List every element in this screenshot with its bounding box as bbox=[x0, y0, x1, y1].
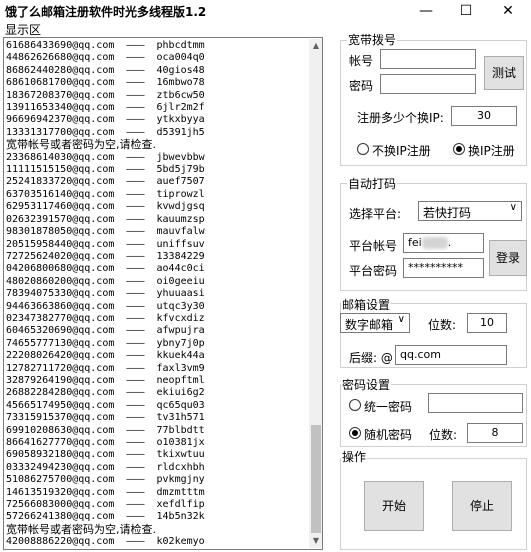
password-digits-label: 位数: bbox=[428, 426, 459, 443]
log-line: 60465320690@qq.com ——— afwpujra bbox=[6, 325, 205, 337]
mailbox-type-select[interactable]: 数字邮箱 ∨ bbox=[340, 313, 410, 333]
broadband-account-input[interactable] bbox=[380, 49, 476, 69]
radio-fixed-password-label: 统一密码 bbox=[363, 398, 414, 415]
broadband-account-label: 帐号 bbox=[348, 52, 375, 69]
platform-select[interactable]: 若快打码 ∨ bbox=[418, 201, 522, 221]
scroll-up-icon[interactable]: ▲ bbox=[309, 39, 322, 53]
close-button[interactable]: ✕ bbox=[488, 0, 528, 22]
radio-change-ip-label: 换IP注册 bbox=[467, 142, 516, 159]
log-line: 22208026420@qq.com ——— kkuek44a bbox=[6, 350, 205, 362]
log-line: 57266241380@qq.com ——— 14b5n32k bbox=[6, 511, 205, 523]
operations-title: 操作 bbox=[341, 448, 368, 465]
log-line: 72725624020@qq.com ——— 13384229 bbox=[6, 250, 205, 262]
blurred-region bbox=[421, 237, 448, 249]
log-line: 11111515150@qq.com ——— 5bd5j79b bbox=[6, 164, 205, 176]
log-line: 45665174950@qq.com ——— qc65qu03 bbox=[6, 399, 205, 411]
log-line: 69058932180@qq.com ——— tkixwtuu bbox=[6, 449, 205, 461]
title-bar: 饿了么邮箱注册软件时光多线程版1.2 — ☐ ✕ bbox=[0, 0, 531, 24]
log-line: 94463663860@qq.com ——— utqc3y30 bbox=[6, 300, 205, 312]
platform-select-value: 若快打码 bbox=[423, 206, 472, 220]
log-line: 74655777130@qq.com ——— ybny7j0p bbox=[6, 337, 205, 349]
log-line: 18367208370@qq.com ——— ztb6cw50 bbox=[6, 89, 205, 101]
platform-label: 选择平台: bbox=[348, 205, 403, 222]
platform-account-input[interactable]: fei. bbox=[403, 233, 484, 253]
mailbox-digits-input[interactable]: 10 bbox=[467, 313, 507, 333]
log-display[interactable]: 61686433690@qq.com ——— phbcdtmm 448626266… bbox=[3, 37, 323, 550]
log-line: 72566083000@qq.com ——— xefdlfip bbox=[6, 499, 205, 511]
log-line: 44862626680@qq.com ——— oca004q0 bbox=[6, 52, 205, 64]
captcha-title: 自动打码 bbox=[347, 175, 398, 192]
start-button[interactable]: 开始 bbox=[364, 481, 424, 531]
login-button[interactable]: 登录 bbox=[489, 240, 527, 276]
per-ip-label: 注册多少个换IP: bbox=[356, 109, 445, 126]
platform-account-label: 平台帐号 bbox=[348, 237, 399, 254]
log-line: 96696942370@qq.com ——— ytkxbyya bbox=[6, 114, 205, 126]
log-line: 02347382770@qq.com ——— kfvcxdiz bbox=[6, 312, 205, 324]
platform-account-value: fei bbox=[408, 236, 422, 249]
radio-change-ip[interactable] bbox=[453, 143, 465, 155]
log-line: 61686433690@qq.com ——— phbcdtmm bbox=[6, 40, 205, 51]
platform-password-label: 平台密码 bbox=[348, 262, 399, 279]
log-line: 宽带帐号或者密码为空,请检查. bbox=[6, 522, 156, 536]
radio-fixed-password[interactable] bbox=[349, 399, 361, 411]
log-line: 宽带帐号或者密码为空,请检查. bbox=[6, 138, 156, 152]
log-line: 86641627770@qq.com ——— o10381jx bbox=[6, 437, 205, 448]
maximize-button[interactable]: ☐ bbox=[446, 0, 486, 22]
log-line: 26882284280@qq.com ——— ekiui6g2 bbox=[6, 387, 205, 399]
radio-random-password-label: 随机密码 bbox=[363, 426, 414, 443]
log-line: 69910208630@qq.com ——— 77blbdtt bbox=[6, 424, 205, 436]
radio-random-password[interactable] bbox=[349, 427, 361, 439]
log-line: 51086275700@qq.com ——— pvkmgjny bbox=[6, 474, 205, 486]
stop-button[interactable]: 停止 bbox=[452, 481, 512, 531]
log-label: 显示区 bbox=[5, 23, 42, 37]
log-line: 98301878050@qq.com ——— mauvfalw bbox=[6, 226, 205, 238]
mailbox-title: 邮箱设置 bbox=[341, 296, 392, 313]
radio-no-change-ip[interactable] bbox=[357, 143, 369, 155]
radio-no-change-ip-label: 不换IP注册 bbox=[371, 142, 432, 159]
password-title: 密码设置 bbox=[341, 376, 392, 393]
log-line: 68610681700@qq.com ——— 16mbwo78 bbox=[6, 77, 205, 89]
platform-account-suffix: . bbox=[447, 236, 452, 249]
log-line: 86862440280@qq.com ——— 40gios48 bbox=[6, 64, 205, 76]
log-line: 02632391570@qq.com ——— kauumzsp bbox=[6, 213, 205, 225]
log-lines: 61686433690@qq.com ——— phbcdtmm 448626266… bbox=[6, 40, 205, 549]
per-ip-input[interactable]: 30 bbox=[451, 106, 517, 126]
log-line: 04206800680@qq.com ——— ao44c0ci bbox=[6, 263, 205, 275]
platform-password-input[interactable]: ********** bbox=[403, 258, 484, 278]
chevron-down-icon: ∨ bbox=[509, 202, 517, 213]
log-line: 62953117460@qq.com ——— kvwdjgsq bbox=[6, 201, 205, 213]
scroll-down-icon[interactable]: ▼ bbox=[309, 534, 322, 548]
chevron-down-icon: ∨ bbox=[397, 314, 405, 325]
log-line: 20515958440@qq.com ——— uniffsuv bbox=[6, 238, 205, 250]
minimize-button[interactable]: — bbox=[406, 0, 446, 22]
broadband-password-input[interactable] bbox=[380, 74, 476, 94]
log-line: 78394075330@qq.com ——— yhuuaasi bbox=[6, 288, 205, 300]
log-line: 14613519320@qq.com ——— dmzmtttm bbox=[6, 486, 205, 498]
broadband-title: 宽带拨号 bbox=[347, 31, 398, 48]
log-line: 73315915370@qq.com ——— tv31h571 bbox=[6, 412, 205, 424]
log-line: 32879264190@qq.com ——— neopftml bbox=[6, 374, 205, 386]
log-line: 23368614030@qq.com ——— jbwevbbw bbox=[6, 151, 205, 163]
suffix-label: 后缀: @ bbox=[348, 349, 394, 366]
suffix-input[interactable]: qq.com bbox=[395, 345, 507, 365]
log-scrollbar[interactable]: ▲ ▼ bbox=[309, 39, 322, 548]
log-line: 13911653340@qq.com ——— 6jlr2m2f bbox=[6, 102, 205, 114]
test-button[interactable]: 测试 bbox=[484, 56, 524, 90]
mailbox-digits-label: 位数: bbox=[427, 316, 458, 333]
window-title: 饿了么邮箱注册软件时光多线程版1.2 bbox=[5, 5, 207, 19]
mailbox-type-value: 数字邮箱 bbox=[345, 318, 394, 332]
broadband-password-label: 密码 bbox=[348, 77, 375, 94]
log-line: 42008886220@qq.com ——— k02kemyo bbox=[6, 536, 205, 548]
scroll-thumb[interactable] bbox=[311, 425, 321, 533]
log-line: 63703516140@qq.com ——— tiprowzl bbox=[6, 188, 205, 200]
log-line: 25241833720@qq.com ——— auef7507 bbox=[6, 176, 205, 188]
log-line: 48020860200@qq.com ——— oi0geeiu bbox=[6, 275, 205, 287]
log-line: 12782711720@qq.com ——— faxl3vm9 bbox=[6, 362, 205, 374]
password-digits-input[interactable]: 8 bbox=[467, 423, 523, 443]
log-line: 03332494230@qq.com ——— rldcxhbh bbox=[6, 461, 205, 473]
fixed-password-input[interactable] bbox=[428, 393, 523, 413]
